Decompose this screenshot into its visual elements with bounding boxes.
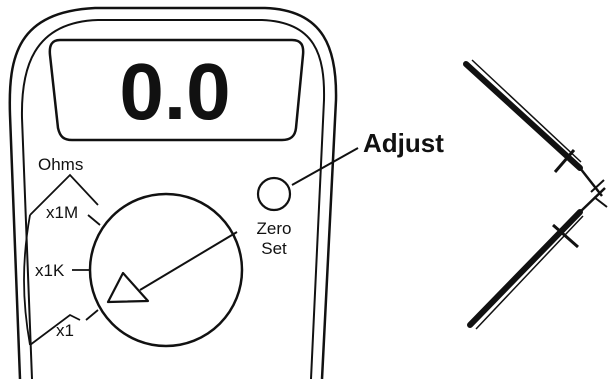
zero-set-button[interactable] [256,176,292,212]
ohms-label: Ohms [38,155,83,174]
range-tick-x1 [85,309,99,321]
range-tick-x1m [87,214,101,226]
adjust-callout-line [291,147,359,186]
zero-set-label-line2: Set [261,239,287,258]
test-probe-lower [467,187,608,330]
range-label-x1m: x1M [46,203,78,222]
adjust-callout-label: Adjust [363,128,444,158]
ohmmeter-diagram: 0.0 Ohms x1M x1K x1 Zero Set Adjust [0,0,613,380]
range-label-x1k: x1K [35,261,65,280]
range-selector-knob[interactable] [88,192,244,348]
display-reading: 0.0 [119,47,230,136]
zero-set-label-line1: Zero [257,219,292,238]
test-probe-upper [463,59,605,197]
range-label-x1: x1 [56,321,74,340]
diagram-canvas: 0.0 Ohms x1M x1K x1 Zero Set Adjust [8,6,608,380]
